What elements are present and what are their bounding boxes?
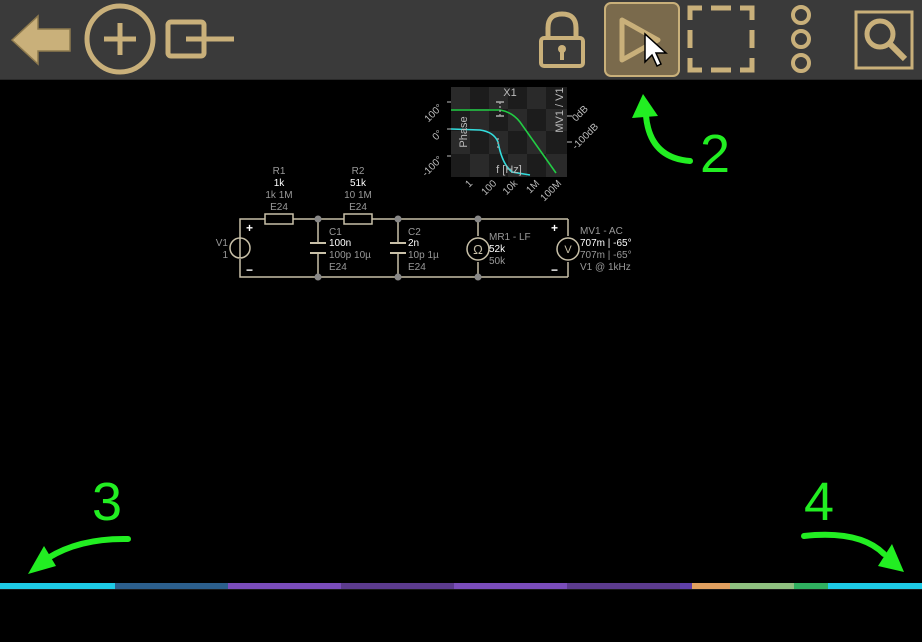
r2-series: E24 (349, 202, 367, 213)
plus-circle-icon[interactable] (84, 3, 156, 75)
c1-value: 100n (329, 238, 351, 249)
plus-icon: + (551, 221, 558, 235)
annotation-arrow-4 (801, 531, 904, 572)
freq-tick-0: 1 (463, 178, 475, 190)
ohm-icon: Ω (473, 242, 483, 257)
v1-value: 1 (222, 250, 228, 261)
resistor-r2[interactable]: R2 51k 10 1M E24 (343, 166, 373, 225)
c1-name: C1 (329, 227, 342, 238)
gain-axis-label: MV1 / V1 (554, 87, 566, 132)
minus-icon: − (246, 263, 253, 277)
mr1-sub: 50k (489, 256, 506, 267)
play-icon[interactable] (604, 2, 680, 77)
magnifier-icon[interactable] (854, 10, 914, 70)
volt-icon: V (564, 244, 572, 256)
r2-range: 10 1M (344, 190, 372, 201)
schematic-canvas[interactable]: X1 Phase MV1 / V1 f [Hz] 100° 0° -100° 0… (0, 80, 922, 580)
mv1-sub: 707m | -65° (580, 250, 632, 261)
schematic: X1 Phase MV1 / V1 f [Hz] 100° 0° -100° 0… (28, 87, 904, 574)
phase-tick-2: -100° (420, 154, 445, 179)
phase-tick-0: 100° (423, 102, 445, 124)
freq-tick-4: 100M (539, 178, 564, 203)
toolbar (0, 0, 922, 80)
c2-range: 10p 1µ (408, 250, 439, 261)
c1-series: E24 (329, 262, 347, 273)
voltage-source-v1[interactable]: + − V1 1 (216, 221, 253, 277)
c1-range: 100p 10µ (329, 250, 371, 261)
voltmeter-mv1[interactable]: V + − MV1 - AC 707m | -65° 707m | -65° V… (551, 221, 632, 277)
r2-name: R2 (352, 166, 365, 177)
freq-tick-2: 10k (501, 178, 521, 198)
plus-icon: + (246, 221, 253, 235)
v1-name: V1 (216, 238, 229, 249)
bottom-panel (0, 589, 922, 642)
annotation-arrow-2 (632, 94, 693, 164)
minus-icon: − (551, 263, 558, 277)
mr1-name: MR1 - LF (489, 232, 531, 243)
annotation-arrow-3 (28, 535, 131, 574)
arrow-left-icon[interactable] (10, 14, 71, 66)
c2-value: 2n (408, 238, 419, 249)
r2-value: 51k (350, 178, 367, 189)
mr1-value: 52k (489, 244, 506, 255)
wires (239, 218, 569, 278)
component-icon[interactable] (165, 19, 234, 59)
r1-series: E24 (270, 202, 288, 213)
r1-range: 1k 1M (265, 190, 292, 201)
ohmmeter-mr1[interactable]: Ω MR1 - LF 52k 50k (466, 232, 531, 267)
vertical-dots-icon[interactable] (791, 5, 811, 73)
freq-tick-1: 100 (480, 178, 500, 198)
capacitor-c1[interactable]: C1 100n 100p 10µ E24 (310, 227, 371, 273)
r1-name: R1 (273, 166, 286, 177)
c2-series: E24 (408, 262, 426, 273)
r1-value: 1k (274, 178, 286, 189)
mv1-value: 707m | -65° (580, 238, 632, 249)
annotation-label-3: 3 (92, 472, 123, 532)
phase-tick-1: 0° (431, 128, 446, 143)
phase-axis-label: Phase (458, 116, 470, 147)
gain-tick-1: -100dB (570, 121, 601, 152)
toolbar-icons (10, 2, 914, 77)
gain-tick-0: 0dB (570, 104, 591, 125)
freq-axis-label: f [Hz] (496, 164, 522, 176)
plot-title: X1 (503, 87, 516, 99)
lock-icon[interactable] (539, 11, 585, 68)
resistor-r1[interactable]: R1 1k 1k 1M E24 (264, 166, 294, 225)
freq-tick-3: 1M (525, 178, 543, 196)
mv1-ref: V1 @ 1kHz (580, 262, 631, 273)
mv1-name: MV1 - AC (580, 226, 623, 237)
annotation-label-2: 2 (700, 124, 731, 184)
annotation-label-4: 4 (804, 472, 835, 532)
bode-plot[interactable]: X1 Phase MV1 / V1 f [Hz] 100° 0° -100° 0… (420, 87, 601, 204)
selection-icon[interactable] (687, 5, 755, 73)
c2-name: C2 (408, 227, 421, 238)
